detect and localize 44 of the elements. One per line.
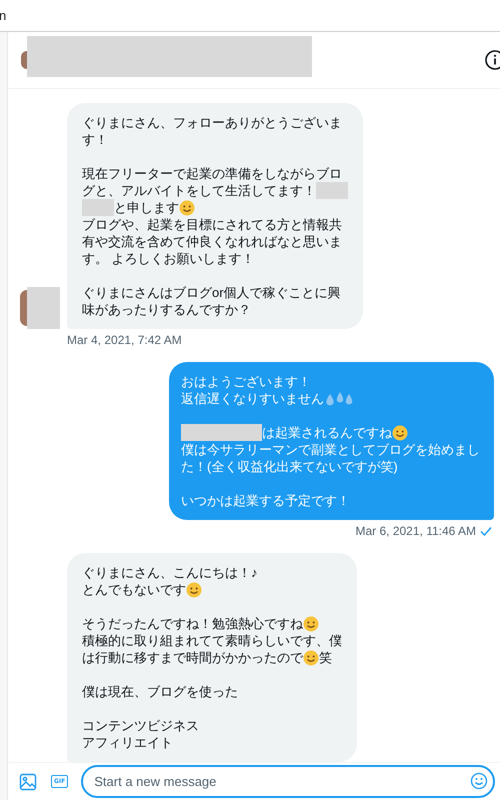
sweat-drops-icon: [324, 390, 354, 406]
redaction-block: [27, 287, 60, 329]
message-text: 笑: [319, 649, 332, 666]
message-text: とんでもないです: [82, 581, 186, 598]
message-text: ブログや、起業を目標にされてる方と情報共: [82, 216, 342, 233]
avatar[interactable]: [20, 290, 27, 326]
message-text: アフィリエイト: [82, 734, 173, 751]
message-text: そうだったんですね！勉強熱心ですね: [82, 615, 303, 632]
message-text: は行動に移すまで時間がかかったので: [82, 649, 303, 666]
emoji-icon: [303, 616, 319, 632]
message-text: 有や交流を含めて仲良くなれればなと思いま: [82, 233, 342, 250]
emoji-icon: [186, 582, 202, 598]
info-icon[interactable]: [484, 49, 500, 71]
message-field[interactable]: Start a new message: [81, 765, 495, 798]
message-text: ぐりまにさんはブログor個人で稼ぐことに興: [82, 284, 341, 301]
message-text: おはようございます！: [181, 373, 311, 390]
check-icon: [480, 526, 492, 536]
message-text: 返信遅くなりすいません: [181, 390, 324, 407]
message-text: す。 よろしくお願いします！: [82, 250, 255, 267]
message-text: 僕は現在、ブログを使った: [82, 683, 238, 700]
avatar[interactable]: [21, 51, 27, 69]
message-text: 現在フリーターで起業の準備をしながらブロ: [82, 165, 342, 182]
tab-title: n: [0, 7, 6, 23]
image-icon[interactable]: [19, 772, 37, 790]
emoji-icon: [303, 650, 319, 666]
message-text: いつかは起業する予定です！: [181, 492, 350, 509]
message-text: と申します: [114, 199, 179, 216]
message-text: ぐりまにさん、こんにちは！♪: [82, 564, 258, 581]
emoji-button[interactable]: [470, 772, 488, 790]
message-text: は起業されるんですね: [262, 424, 392, 441]
message-text: 僕は今サラリーマンで副業としてブログを始めまし: [181, 441, 480, 458]
timestamp: Mar 6, 2021, 11:46 AM: [355, 524, 476, 538]
emoji-icon: [392, 424, 408, 440]
redaction-block: [82, 199, 114, 216]
message-text: グと、アルバイトをして生活してます！: [82, 182, 316, 199]
timestamp: Mar 4, 2021, 7:42 AM: [67, 333, 182, 347]
message-text: 積極的に取り組まれてて素晴らしいです、僕: [82, 632, 342, 649]
message-text: コンテンツビジネス: [82, 717, 199, 734]
message-text: た！(全く収益化出来てないですが笑): [181, 458, 398, 475]
redaction-block: [316, 182, 348, 199]
message-text: す！: [82, 131, 108, 148]
message-text: 味があったりするんですか？: [82, 301, 251, 318]
emoji-icon: [179, 200, 195, 216]
message-text: ぐりまにさん、フォローありがとうございま: [82, 114, 342, 131]
